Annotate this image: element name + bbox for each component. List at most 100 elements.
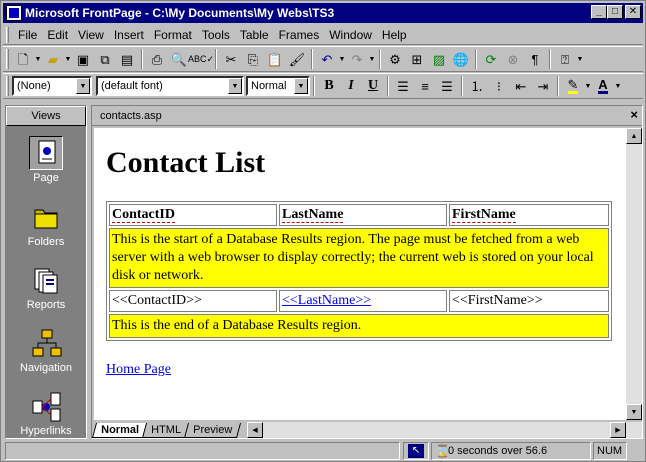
toolbar-separator: [313, 76, 315, 96]
horizontal-scrollbar[interactable]: ◀ ▶: [246, 422, 642, 438]
font-color-dropdown-icon[interactable]: ▼: [614, 83, 622, 90]
menu-window[interactable]: Window: [324, 26, 377, 44]
font-select[interactable]: (default font) ▼: [96, 76, 244, 96]
show-all-icon[interactable]: ¶: [524, 48, 546, 70]
menu-tools[interactable]: Tools: [197, 26, 235, 44]
close-document-icon[interactable]: ×: [630, 108, 638, 121]
page-editor[interactable]: Contact List ContactID LastName FirstNam…: [94, 128, 626, 420]
table-header-cell[interactable]: ContactID: [109, 204, 277, 226]
view-reports[interactable]: Reports: [6, 263, 86, 311]
align-left-icon[interactable]: ☰: [392, 75, 414, 97]
view-hyperlinks[interactable]: Hyperlinks: [6, 389, 86, 437]
underline-button[interactable]: U: [362, 75, 384, 97]
window-title: Microsoft FrontPage - C:\My Documents\My…: [25, 6, 335, 20]
view-navigation[interactable]: Navigation: [6, 326, 86, 374]
view-page[interactable]: Page: [6, 136, 86, 184]
folder-list-icon[interactable]: ▤: [116, 48, 138, 70]
publish-icon[interactable]: ⧉: [94, 48, 116, 70]
db-results-start-notice[interactable]: This is the start of a Database Results …: [109, 228, 609, 288]
maximize-button[interactable]: □: [607, 5, 623, 19]
views-bar: Views Page Folders Reports Navigation Hy…: [5, 105, 87, 439]
menu-insert[interactable]: Insert: [109, 26, 149, 44]
menu-file[interactable]: File: [13, 26, 42, 44]
toolbar-grip[interactable]: [6, 49, 9, 69]
numbered-list-icon[interactable]: ⒈: [466, 75, 488, 97]
highlight-dropdown-icon[interactable]: ▼: [584, 83, 592, 90]
tab-preview[interactable]: Preview: [183, 423, 241, 438]
print-preview-icon[interactable]: 🔍: [168, 48, 190, 70]
increase-indent-icon[interactable]: ⇥: [532, 75, 554, 97]
menu-help[interactable]: Help: [377, 26, 412, 44]
menu-format[interactable]: Format: [149, 26, 197, 44]
chevron-down-icon[interactable]: ▼: [228, 78, 242, 94]
bulleted-list-icon[interactable]: ⁝: [488, 75, 510, 97]
highlight-color-icon[interactable]: ✎: [562, 75, 584, 97]
scroll-left-icon[interactable]: ◀: [246, 422, 263, 438]
menu-frames[interactable]: Frames: [274, 26, 325, 44]
home-page-link[interactable]: Home Page: [106, 362, 171, 378]
navigation-view-icon: [29, 326, 63, 360]
frontpage-app-icon[interactable]: [6, 5, 22, 21]
font-size-select[interactable]: Normal ▼: [246, 76, 310, 96]
open-dropdown-icon[interactable]: ▼: [64, 56, 72, 63]
download-time-panel: ⌛ 0 seconds over 56.6: [431, 442, 591, 460]
db-results-end-notice[interactable]: This is the end of a Database Results re…: [109, 314, 609, 338]
style-select[interactable]: (None) ▼: [12, 76, 92, 96]
tab-html[interactable]: HTML: [141, 423, 190, 438]
field-firstname[interactable]: <<FirstName>>: [449, 290, 609, 312]
field-contactid[interactable]: <<ContactID>>: [109, 290, 277, 312]
table-header-cell[interactable]: LastName: [279, 204, 447, 226]
refresh-icon[interactable]: ⟳: [480, 48, 502, 70]
save-icon[interactable]: ▣: [72, 48, 94, 70]
minimize-button[interactable]: _: [591, 5, 607, 19]
italic-button[interactable]: I: [340, 75, 362, 97]
bold-button[interactable]: B: [318, 75, 340, 97]
scroll-down-icon[interactable]: ▼: [626, 404, 642, 420]
database-results-table[interactable]: ContactID LastName FirstName This is the…: [106, 201, 612, 341]
hyperlink-icon[interactable]: 🌐: [450, 48, 472, 70]
menu-grip[interactable]: [6, 26, 9, 43]
chevron-down-icon[interactable]: ▼: [294, 78, 308, 94]
print-icon[interactable]: ⎙: [146, 48, 168, 70]
help-icon[interactable]: ⍰: [554, 48, 576, 70]
align-right-icon[interactable]: ☰: [436, 75, 458, 97]
tab-normal[interactable]: Normal: [91, 423, 148, 438]
field-lastname-cell[interactable]: <<LastName>>: [279, 290, 447, 312]
table-header-cell[interactable]: FirstName: [449, 204, 609, 226]
document-tab-contacts[interactable]: contacts.asp: [92, 110, 162, 122]
scroll-right-icon[interactable]: ▶: [610, 422, 626, 438]
field-lastname-link[interactable]: <<LastName>>: [282, 293, 371, 308]
view-folders[interactable]: Folders: [6, 200, 86, 248]
insert-picture-icon[interactable]: ▨: [428, 48, 450, 70]
open-folder-icon[interactable]: ▰: [42, 48, 64, 70]
close-button[interactable]: ✕: [625, 5, 641, 19]
scroll-up-icon[interactable]: ▲: [626, 128, 642, 144]
redo-icon[interactable]: ↷: [346, 48, 368, 70]
format-painter-icon[interactable]: 🖌: [286, 48, 308, 70]
vertical-scrollbar[interactable]: ▲ ▼: [626, 128, 642, 420]
toolbar-grip[interactable]: [6, 76, 9, 96]
decrease-indent-icon[interactable]: ⇤: [510, 75, 532, 97]
copy-icon[interactable]: ⎘: [242, 48, 264, 70]
undo-dropdown-icon[interactable]: ▼: [338, 56, 346, 63]
new-page-icon[interactable]: 🗋: [12, 48, 34, 70]
chevron-down-icon[interactable]: ▼: [76, 78, 90, 94]
paste-icon[interactable]: 📋: [264, 48, 286, 70]
align-center-icon[interactable]: ≡: [414, 75, 436, 97]
insert-component-icon[interactable]: ⚙: [384, 48, 406, 70]
undo-icon[interactable]: ↶: [316, 48, 338, 70]
connection-icon: ↖: [408, 444, 424, 458]
redo-dropdown-icon[interactable]: ▼: [368, 56, 376, 63]
hyperlinks-view-icon: [29, 389, 63, 423]
menu-table[interactable]: Table: [235, 26, 274, 44]
spelling-icon[interactable]: ABC✓: [188, 48, 214, 70]
toolbar-options-icon[interactable]: ▼: [576, 56, 584, 63]
stop-icon[interactable]: ⊗: [502, 48, 524, 70]
insert-table-icon[interactable]: ⊞: [406, 48, 428, 70]
table-header-row: ContactID LastName FirstName: [109, 204, 609, 226]
menu-edit[interactable]: Edit: [42, 26, 73, 44]
cut-icon[interactable]: ✂: [220, 48, 242, 70]
new-dropdown-icon[interactable]: ▼: [34, 56, 42, 63]
menu-view[interactable]: View: [73, 26, 109, 44]
font-color-icon[interactable]: A: [592, 75, 614, 97]
